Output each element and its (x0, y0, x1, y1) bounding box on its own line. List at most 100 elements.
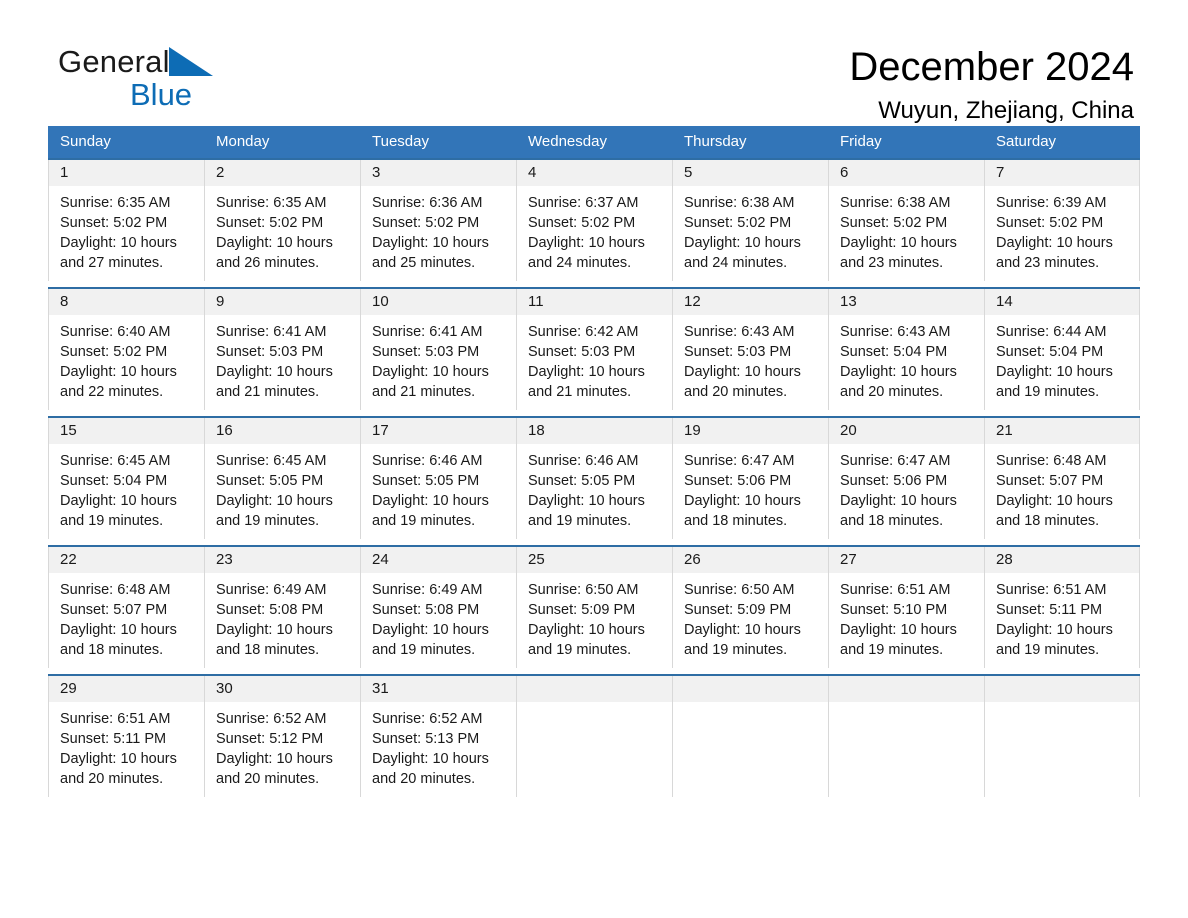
calendar-day-cell[interactable]: 18 Sunrise: 6:46 AM Sunset: 5:05 PM Dayligh… (516, 418, 672, 539)
day-details: Sunrise: 6:38 AM Sunset: 5:02 PM Daylight:… (673, 186, 828, 273)
calendar-day-cell[interactable]: 13 Sunrise: 6:43 AM Sunset: 5:04 PM Dayligh… (828, 289, 984, 410)
day-number: 6 (829, 160, 984, 186)
sunset-text: Sunset: 5:02 PM (372, 215, 480, 231)
sunset-text: Sunset: 5:04 PM (60, 473, 168, 489)
day-number: 11 (517, 289, 672, 315)
day-details: Sunrise: 6:35 AM Sunset: 5:02 PM Daylight:… (205, 186, 360, 273)
day-details: Sunrise: 6:45 AM Sunset: 5:05 PM Daylight:… (205, 444, 360, 531)
day-details: Sunrise: 6:42 AM Sunset: 5:03 PM Daylight:… (517, 315, 672, 402)
sunset-text: Sunset: 5:13 PM (372, 731, 480, 747)
day-number: 27 (829, 547, 984, 573)
day-number: 13 (829, 289, 984, 315)
sunrise-text: Sunrise: 6:50 AM (684, 582, 795, 598)
calendar-day-cell[interactable]: 26 Sunrise: 6:50 AM Sunset: 5:09 PM Dayligh… (672, 547, 828, 668)
day-number (673, 676, 828, 702)
daylight-text-line2: and 21 minutes. (528, 384, 632, 400)
daylight-text-line1: Daylight: 10 hours (528, 622, 645, 638)
day-details (829, 702, 984, 709)
calendar-day-cell[interactable]: 9 Sunrise: 6:41 AM Sunset: 5:03 PM Daylight… (204, 289, 360, 410)
sunset-text: Sunset: 5:11 PM (60, 731, 167, 747)
calendar-day-cell[interactable]: 8 Sunrise: 6:40 AM Sunset: 5:02 PM Daylight… (48, 289, 204, 410)
daylight-text-line2: and 19 minutes. (528, 513, 632, 529)
sunset-text: Sunset: 5:03 PM (684, 344, 792, 360)
daylight-text-line1: Daylight: 10 hours (996, 364, 1113, 380)
sunrise-text: Sunrise: 6:37 AM (528, 195, 639, 211)
day-details: Sunrise: 6:51 AM Sunset: 5:11 PM Daylight:… (985, 573, 1139, 660)
calendar-day-cell[interactable]: 27 Sunrise: 6:51 AM Sunset: 5:10 PM Dayligh… (828, 547, 984, 668)
daylight-text-line1: Daylight: 10 hours (372, 493, 489, 509)
day-details: Sunrise: 6:43 AM Sunset: 5:03 PM Daylight:… (673, 315, 828, 402)
day-details: Sunrise: 6:35 AM Sunset: 5:02 PM Daylight:… (49, 186, 204, 273)
day-number: 17 (361, 418, 516, 444)
calendar-day-cell[interactable]: 23 Sunrise: 6:49 AM Sunset: 5:08 PM Dayligh… (204, 547, 360, 668)
calendar-week-row: 15 Sunrise: 6:45 AM Sunset: 5:04 PM Dayligh… (48, 416, 1140, 539)
calendar-day-cell[interactable]: 11 Sunrise: 6:42 AM Sunset: 5:03 PM Dayligh… (516, 289, 672, 410)
calendar-day-cell[interactable]: 22 Sunrise: 6:48 AM Sunset: 5:07 PM Dayligh… (48, 547, 204, 668)
calendar-day-cell[interactable]: 7 Sunrise: 6:39 AM Sunset: 5:02 PM Daylight… (984, 160, 1140, 281)
calendar-day-cell[interactable]: 4 Sunrise: 6:37 AM Sunset: 5:02 PM Daylight… (516, 160, 672, 281)
daylight-text-line1: Daylight: 10 hours (996, 493, 1113, 509)
sunset-text: Sunset: 5:08 PM (372, 602, 480, 618)
sunset-text: Sunset: 5:02 PM (684, 215, 792, 231)
calendar-day-cell[interactable]: 16 Sunrise: 6:45 AM Sunset: 5:05 PM Dayligh… (204, 418, 360, 539)
calendar-day-cell[interactable]: 28 Sunrise: 6:51 AM Sunset: 5:11 PM Dayligh… (984, 547, 1140, 668)
calendar-day-cell[interactable]: 30 Sunrise: 6:52 AM Sunset: 5:12 PM Dayligh… (204, 676, 360, 797)
calendar-day-cell[interactable]: 10 Sunrise: 6:41 AM Sunset: 5:03 PM Dayligh… (360, 289, 516, 410)
calendar-day-cell[interactable]: 21 Sunrise: 6:48 AM Sunset: 5:07 PM Dayligh… (984, 418, 1140, 539)
day-details: Sunrise: 6:41 AM Sunset: 5:03 PM Daylight:… (205, 315, 360, 402)
page-title: December 2024 (849, 45, 1134, 89)
calendar-day-cell[interactable]: 29 Sunrise: 6:51 AM Sunset: 5:11 PM Dayligh… (48, 676, 204, 797)
day-number: 15 (49, 418, 204, 444)
sunset-text: Sunset: 5:08 PM (216, 602, 324, 618)
daylight-text-line2: and 24 minutes. (684, 255, 788, 271)
calendar-day-cell[interactable]: 24 Sunrise: 6:49 AM Sunset: 5:08 PM Dayligh… (360, 547, 516, 668)
sunrise-text: Sunrise: 6:38 AM (840, 195, 951, 211)
daylight-text-line1: Daylight: 10 hours (684, 235, 801, 251)
day-details: Sunrise: 6:37 AM Sunset: 5:02 PM Daylight:… (517, 186, 672, 273)
calendar-day-cell[interactable]: 19 Sunrise: 6:47 AM Sunset: 5:06 PM Dayligh… (672, 418, 828, 539)
daylight-text-line2: and 26 minutes. (216, 255, 320, 271)
calendar-page: General Blue December 2024 Wuyun, Zhejia… (0, 0, 1188, 918)
logo[interactable]: General Blue (48, 46, 248, 116)
calendar-day-cell[interactable]: 2 Sunrise: 6:35 AM Sunset: 5:02 PM Daylight… (204, 160, 360, 281)
day-number: 14 (985, 289, 1139, 315)
calendar-day-cell[interactable]: 20 Sunrise: 6:47 AM Sunset: 5:06 PM Dayligh… (828, 418, 984, 539)
calendar-day-cell[interactable]: 15 Sunrise: 6:45 AM Sunset: 5:04 PM Dayligh… (48, 418, 204, 539)
daylight-text-line1: Daylight: 10 hours (60, 751, 177, 767)
calendar-day-cell[interactable]: 6 Sunrise: 6:38 AM Sunset: 5:02 PM Daylight… (828, 160, 984, 281)
day-number: 22 (49, 547, 204, 573)
calendar-week-row: 22 Sunrise: 6:48 AM Sunset: 5:07 PM Dayligh… (48, 545, 1140, 668)
sunrise-text: Sunrise: 6:43 AM (684, 324, 795, 340)
calendar-day-cell[interactable]: 5 Sunrise: 6:38 AM Sunset: 5:02 PM Daylight… (672, 160, 828, 281)
daylight-text-line2: and 19 minutes. (216, 513, 320, 529)
day-number (517, 676, 672, 702)
sunrise-text: Sunrise: 6:48 AM (996, 453, 1107, 469)
sunset-text: Sunset: 5:07 PM (60, 602, 168, 618)
calendar-day-cell[interactable]: 25 Sunrise: 6:50 AM Sunset: 5:09 PM Dayligh… (516, 547, 672, 668)
daylight-text-line2: and 18 minutes. (216, 642, 320, 658)
calendar-day-cell[interactable]: 1 Sunrise: 6:35 AM Sunset: 5:02 PM Daylight… (48, 160, 204, 281)
calendar-day-cell[interactable]: 12 Sunrise: 6:43 AM Sunset: 5:03 PM Dayligh… (672, 289, 828, 410)
sunrise-text: Sunrise: 6:49 AM (372, 582, 483, 598)
daylight-text-line2: and 20 minutes. (684, 384, 788, 400)
sunset-text: Sunset: 5:09 PM (684, 602, 792, 618)
sunrise-text: Sunrise: 6:41 AM (216, 324, 327, 340)
day-details: Sunrise: 6:51 AM Sunset: 5:11 PM Daylight:… (49, 702, 204, 789)
calendar-day-cell-empty (984, 676, 1140, 797)
daylight-text-line1: Daylight: 10 hours (216, 751, 333, 767)
calendar-day-cell[interactable]: 3 Sunrise: 6:36 AM Sunset: 5:02 PM Daylight… (360, 160, 516, 281)
day-details: Sunrise: 6:48 AM Sunset: 5:07 PM Daylight:… (49, 573, 204, 660)
calendar-day-cell[interactable]: 17 Sunrise: 6:46 AM Sunset: 5:05 PM Dayligh… (360, 418, 516, 539)
sunrise-text: Sunrise: 6:48 AM (60, 582, 171, 598)
day-number: 18 (517, 418, 672, 444)
calendar-weeks: 1 Sunrise: 6:35 AM Sunset: 5:02 PM Daylight… (48, 158, 1140, 797)
calendar-week-grid: 15 Sunrise: 6:45 AM Sunset: 5:04 PM Dayligh… (48, 418, 1140, 539)
daylight-text-line1: Daylight: 10 hours (60, 622, 177, 638)
calendar-day-cell[interactable]: 31 Sunrise: 6:52 AM Sunset: 5:13 PM Dayligh… (360, 676, 516, 797)
weekday-header-saturday: Saturday (996, 133, 1057, 150)
day-number: 7 (985, 160, 1139, 186)
daylight-text-line1: Daylight: 10 hours (528, 493, 645, 509)
daylight-text-line2: and 19 minutes. (996, 642, 1100, 658)
calendar-day-cell[interactable]: 14 Sunrise: 6:44 AM Sunset: 5:04 PM Dayligh… (984, 289, 1140, 410)
day-details (985, 702, 1139, 709)
